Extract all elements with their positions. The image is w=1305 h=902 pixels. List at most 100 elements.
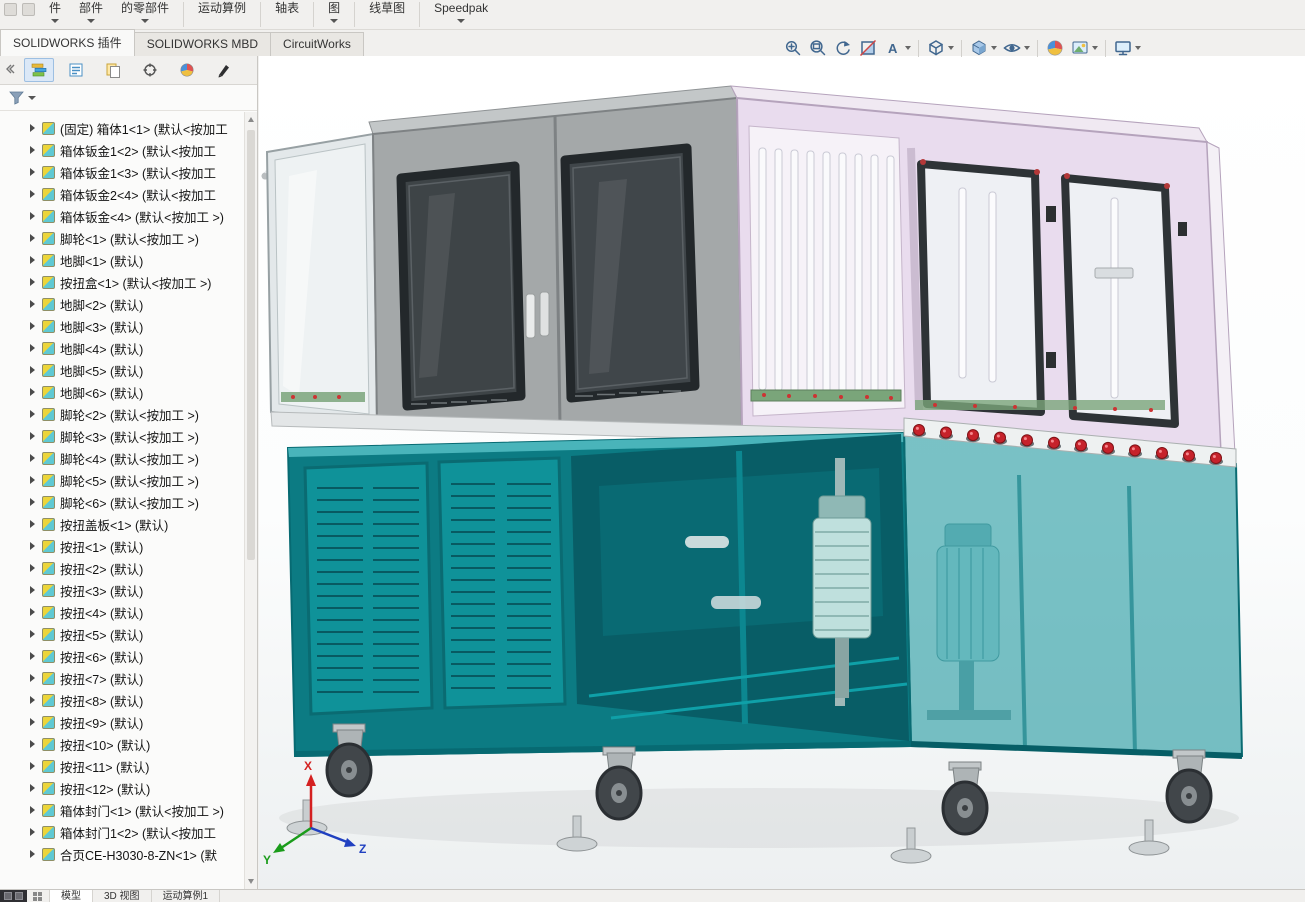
expand-arrow-icon[interactable] [30,146,35,154]
configurationmanager-tab[interactable] [98,58,128,82]
tab-scroll-icon[interactable] [27,890,50,902]
expand-arrow-icon[interactable] [30,608,35,616]
expand-arrow-icon[interactable] [30,806,35,814]
tree-item[interactable]: 按扭<2> (默认) [0,557,244,579]
zoom-fit-icon[interactable] [781,37,805,59]
tree-item[interactable]: 合页CE-H3030-8-ZN<1> (默 [0,843,244,865]
tree-item[interactable]: 箱体封门<1> (默认<按加工 >) [0,799,244,821]
previous-view-icon[interactable] [831,37,855,59]
ribbon-mini-icon[interactable] [22,3,35,16]
expand-arrow-icon[interactable] [30,212,35,220]
red-push-button[interactable] [1157,447,1168,458]
expand-arrow-icon[interactable] [30,762,35,770]
expand-arrow-icon[interactable] [30,366,35,374]
tree-item[interactable]: 地脚<1> (默认) [0,249,244,271]
tree-item[interactable]: 地脚<3> (默认) [0,315,244,337]
expand-arrow-icon[interactable] [30,278,35,286]
scroll-up-arrow-icon[interactable] [248,117,254,122]
tree-item[interactable]: 按扭<9> (默认) [0,711,244,733]
commandmanager-tab[interactable]: CircuitWorks [270,32,364,56]
expand-arrow-icon[interactable] [30,168,35,176]
ribbon-button[interactable]: 部件 [70,0,112,29]
red-push-button[interactable] [1103,442,1114,453]
annotation-view-icon[interactable]: A [881,37,913,59]
ribbon-button[interactable]: 轴表 [266,0,308,29]
tree-item[interactable]: 按扭盖板<1> (默认) [0,513,244,535]
taskbar-icon[interactable] [15,892,23,900]
doc-tab-model[interactable]: 模型 [50,890,93,902]
filter-caret-icon[interactable] [28,96,36,100]
expand-arrow-icon[interactable] [30,652,35,660]
red-push-button[interactable] [1076,440,1087,451]
ribbon-button[interactable]: 图 [319,0,349,29]
filter-funnel-icon[interactable] [9,91,24,105]
tree-item[interactable]: 地脚<6> (默认) [0,381,244,403]
expand-arrow-icon[interactable] [30,256,35,264]
section-view-icon[interactable] [856,37,880,59]
edit-appearance-icon[interactable] [1043,37,1067,59]
tree-item[interactable]: 按扭<7> (默认) [0,667,244,689]
graphics-viewport[interactable]: X Y Z [259,56,1305,889]
ribbon-button[interactable]: 运动算例 [189,0,255,29]
expand-arrow-icon[interactable] [30,190,35,198]
expand-arrow-icon[interactable] [30,454,35,462]
commandmanager-tab[interactable]: SOLIDWORKS 插件 [0,29,135,56]
red-push-button[interactable] [1184,450,1195,461]
tree-item[interactable]: 地脚<5> (默认) [0,359,244,381]
tree-item[interactable]: 按扭<1> (默认) [0,535,244,557]
tree-item[interactable]: 按扭盒<1> (默认<按加工 >) [0,271,244,293]
expand-arrow-icon[interactable] [30,388,35,396]
apply-scene-icon[interactable] [1068,37,1100,59]
tree-scrollbar[interactable] [244,112,257,889]
tree-item[interactable]: 按扭<11> (默认) [0,755,244,777]
hide-show-items-icon[interactable] [1000,37,1032,59]
tree-item[interactable]: 按扭<3> (默认) [0,579,244,601]
ribbon-button[interactable]: Speedpak [425,0,497,29]
expand-arrow-icon[interactable] [30,322,35,330]
scroll-down-arrow-icon[interactable] [248,879,254,884]
tree-item[interactable]: 按扭<4> (默认) [0,601,244,623]
tree-item[interactable]: 箱体钣金<4> (默认<按加工 >) [0,205,244,227]
ribbon-button[interactable]: 件 [40,0,70,29]
propertymanager-tab[interactable] [61,58,91,82]
expand-arrow-icon[interactable] [30,850,35,858]
red-push-button[interactable] [1211,453,1222,464]
tree-item[interactable]: 箱体钣金1<3> (默认<按加工 [0,161,244,183]
view-settings-icon[interactable] [1111,37,1143,59]
zoom-area-icon[interactable] [806,37,830,59]
expand-arrow-icon[interactable] [30,410,35,418]
scrollbar-thumb[interactable] [247,130,255,560]
tree-item[interactable]: 脚轮<1> (默认<按加工 >) [0,227,244,249]
view-orientation-icon[interactable] [924,37,956,59]
expand-arrow-icon[interactable] [30,344,35,352]
red-push-button[interactable] [968,430,979,441]
taskbar-icon[interactable] [4,892,12,900]
ribbon-mini-icon[interactable] [4,3,17,16]
red-push-button[interactable] [995,432,1006,443]
ribbon-button[interactable]: 的零部件 [112,0,178,29]
expand-arrow-icon[interactable] [30,828,35,836]
expand-arrow-icon[interactable] [30,718,35,726]
display-style-icon[interactable] [967,37,999,59]
tree-item[interactable]: 按扭<6> (默认) [0,645,244,667]
featuremanager-tree-tab[interactable] [24,58,54,82]
red-push-button[interactable] [941,427,952,438]
expand-arrow-icon[interactable] [30,564,35,572]
tree-item[interactable]: 脚轮<5> (默认<按加工 >) [0,469,244,491]
red-push-button[interactable] [1130,445,1141,456]
tree-item[interactable]: 按扭<8> (默认) [0,689,244,711]
expand-arrow-icon[interactable] [30,432,35,440]
ribbon-button[interactable]: 线草图 [360,0,414,29]
expand-arrow-icon[interactable] [30,300,35,308]
tree-item[interactable]: (固定) 箱体1<1> (默认<按加工 [0,117,244,139]
expand-arrow-icon[interactable] [30,586,35,594]
tree-item[interactable]: 脚轮<4> (默认<按加工 >) [0,447,244,469]
commandmanager-tab[interactable]: SOLIDWORKS MBD [134,32,271,56]
markup-tab[interactable] [209,58,239,82]
tree-item[interactable]: 箱体封门1<2> (默认<按加工 [0,821,244,843]
expand-arrow-icon[interactable] [30,740,35,748]
red-push-button[interactable] [1022,435,1033,446]
red-push-button[interactable] [1049,437,1060,448]
expand-arrow-icon[interactable] [30,124,35,132]
panel-collapse-chevrons-icon[interactable] [3,63,15,78]
